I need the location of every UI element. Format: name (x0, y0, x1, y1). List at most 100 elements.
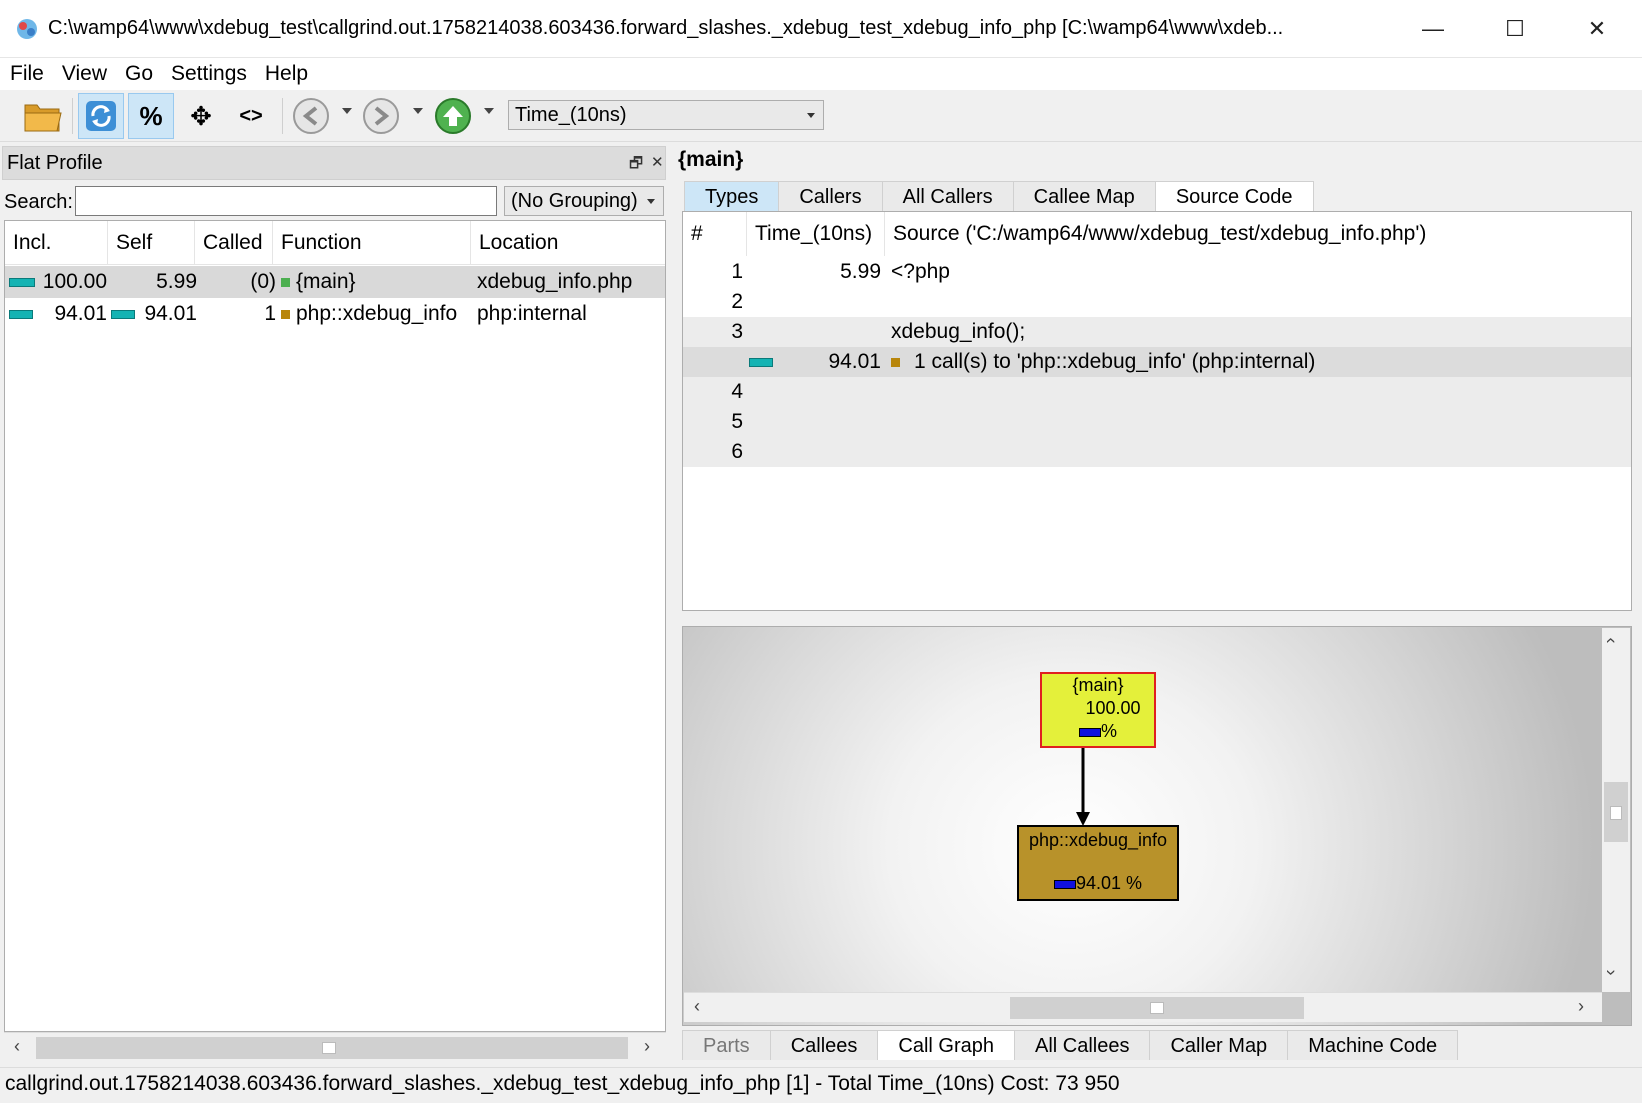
up-dropdown[interactable] (484, 108, 494, 114)
arrow-up-icon (435, 98, 471, 134)
source-line[interactable]: 5 (683, 407, 1631, 437)
source-line[interactable]: 4 (683, 377, 1631, 407)
vertical-scrollbar[interactable]: ‹ › (1602, 628, 1630, 992)
menu-bar: File View Go Settings Help (0, 58, 1642, 90)
node-pct: % (1100, 721, 1117, 741)
line-number: 2 (731, 290, 743, 313)
chevron-down-icon (647, 199, 655, 204)
graph-node-xdebug-info[interactable]: php::xdebug_info 94.01 % (1017, 825, 1179, 901)
menu-help[interactable]: Help (263, 62, 310, 86)
source-line[interactable]: 2 (683, 287, 1631, 317)
graph-node-main[interactable]: {main} 100.00 % (1040, 672, 1156, 748)
tab-parts[interactable]: Parts (682, 1030, 771, 1060)
scrollbar-grip (1610, 806, 1622, 820)
source-line[interactable]: 6 (683, 437, 1631, 467)
table-row[interactable]: 94.01 94.01 1 php::xdebug_info php:inter… (5, 298, 665, 330)
forward-button[interactable] (358, 93, 404, 139)
line-text: <?php (891, 260, 950, 283)
source-call-line[interactable]: 94.01 1 call(s) to 'php::xdebug_info' (p… (683, 347, 1631, 377)
cycle-detection-button[interactable] (78, 93, 124, 139)
column-header-source[interactable]: Source ('C:/wamp64/www/xdebug_test/xdebu… (885, 212, 1625, 256)
menu-view[interactable]: View (60, 62, 109, 86)
scroll-up-icon[interactable]: ‹ (1601, 638, 1622, 644)
line-cost: 94.01 (828, 350, 881, 373)
scroll-right-icon[interactable]: › (1578, 996, 1584, 1017)
arrow-left-icon (293, 98, 329, 134)
source-line[interactable]: 1 5.99 <?php (683, 257, 1631, 287)
bottom-tab-bar: Parts Callees Call Graph All Callees Cal… (682, 1030, 1459, 1060)
title-bar: C:\wamp64\www\xdebug_test\callgrind.out.… (0, 0, 1642, 58)
scroll-left-icon[interactable]: ‹ (694, 996, 700, 1017)
chevron-down-icon (807, 113, 815, 118)
relative-percent-button[interactable]: % (128, 93, 174, 139)
graph-horizontal-scrollbar[interactable]: ‹ › (684, 992, 1602, 1022)
called-value: 1 (264, 302, 276, 325)
close-icon[interactable]: ✕ (651, 153, 664, 171)
source-line[interactable]: 3 xdebug_info(); (683, 317, 1631, 347)
column-header-called[interactable]: Called (195, 221, 273, 265)
column-header-location[interactable]: Location (471, 221, 665, 265)
up-button[interactable] (430, 93, 476, 139)
scrollbar-grip (322, 1042, 336, 1054)
tab-callers[interactable]: Callers (778, 181, 883, 211)
search-label: Search: (4, 191, 73, 213)
called-value: (0) (250, 270, 276, 293)
tab-types[interactable]: Types (684, 181, 780, 211)
tab-caller-map[interactable]: Caller Map (1149, 1030, 1289, 1060)
menu-settings[interactable]: Settings (169, 62, 249, 86)
function-name: {main} (296, 270, 356, 293)
scroll-down-icon[interactable]: › (1601, 970, 1622, 976)
line-text: 1 call(s) to 'php::xdebug_info' (php:int… (914, 350, 1316, 373)
tab-callees[interactable]: Callees (769, 1030, 879, 1060)
menu-go[interactable]: Go (123, 62, 155, 86)
float-icon[interactable]: 🗗 (629, 153, 643, 178)
tab-callee-map[interactable]: Callee Map (1012, 181, 1156, 211)
close-window-button[interactable]: ✕ (1556, 0, 1638, 58)
column-header-self[interactable]: Self (108, 221, 195, 265)
function-color-icon (281, 277, 290, 287)
horizontal-scrollbar[interactable]: ‹ › (4, 1032, 666, 1062)
tab-all-callers[interactable]: All Callers (881, 181, 1014, 211)
back-dropdown[interactable] (342, 108, 352, 114)
self-value: 94.01 (144, 302, 197, 325)
line-cost (753, 317, 881, 347)
tab-call-graph[interactable]: Call Graph (877, 1030, 1015, 1060)
flat-profile-title-bar: Flat Profile 🗗 ✕ (2, 146, 666, 180)
open-folder-button[interactable] (20, 93, 66, 139)
folder-icon (24, 104, 62, 132)
scroll-right-icon[interactable]: › (644, 1036, 650, 1057)
call-edge-arrow[interactable] (1073, 748, 1093, 828)
grouping-select[interactable]: (No Grouping) (504, 186, 664, 216)
function-color-icon (891, 357, 900, 367)
flat-profile-panel: Flat Profile 🗗 ✕ Search: (No Grouping) I… (0, 146, 668, 1064)
minimize-button[interactable]: — (1392, 0, 1474, 58)
event-type-select[interactable]: Time_(10ns) (508, 100, 824, 130)
node-name: php::xdebug_info (1028, 830, 1168, 850)
scroll-left-icon[interactable]: ‹ (14, 1036, 20, 1057)
code-icon[interactable]: <> (228, 93, 274, 139)
table-row[interactable]: 100.00 5.99 (0) {main} xdebug_info.php (5, 266, 665, 298)
toolbar: % ✥ <> Time_(10ns) (0, 90, 1642, 142)
column-header-time[interactable]: Time_(10ns) (747, 212, 885, 256)
node-cost-bar (1078, 727, 1101, 737)
maximize-button[interactable]: ☐ (1474, 0, 1556, 58)
incl-value: 100.00 (42, 270, 107, 293)
forward-dropdown[interactable] (413, 108, 423, 114)
move-icon[interactable]: ✥ (178, 93, 224, 139)
tab-source-code[interactable]: Source Code (1154, 181, 1314, 211)
back-button[interactable] (288, 93, 334, 139)
line-number: 1 (731, 260, 743, 283)
column-header-function[interactable]: Function (273, 221, 471, 265)
status-bar: callgrind.out.1758214038.603436.forward_… (0, 1067, 1642, 1103)
flat-profile-table: Incl. Self Called Function Location 100.… (4, 220, 666, 1032)
line-number: 4 (731, 380, 743, 403)
search-input[interactable] (75, 186, 497, 216)
scrollbar-thumb[interactable] (1604, 782, 1628, 842)
tab-all-callees[interactable]: All Callees (1014, 1030, 1151, 1060)
column-header-line[interactable]: # (683, 212, 747, 256)
column-header-incl[interactable]: Incl. (5, 221, 108, 265)
tab-machine-code[interactable]: Machine Code (1287, 1030, 1459, 1060)
kcachegrind-app-icon (17, 18, 37, 39)
call-graph-view[interactable]: {main} 100.00 % php::xdebug_info 94.01 % (682, 626, 1632, 1026)
menu-file[interactable]: File (8, 62, 46, 86)
